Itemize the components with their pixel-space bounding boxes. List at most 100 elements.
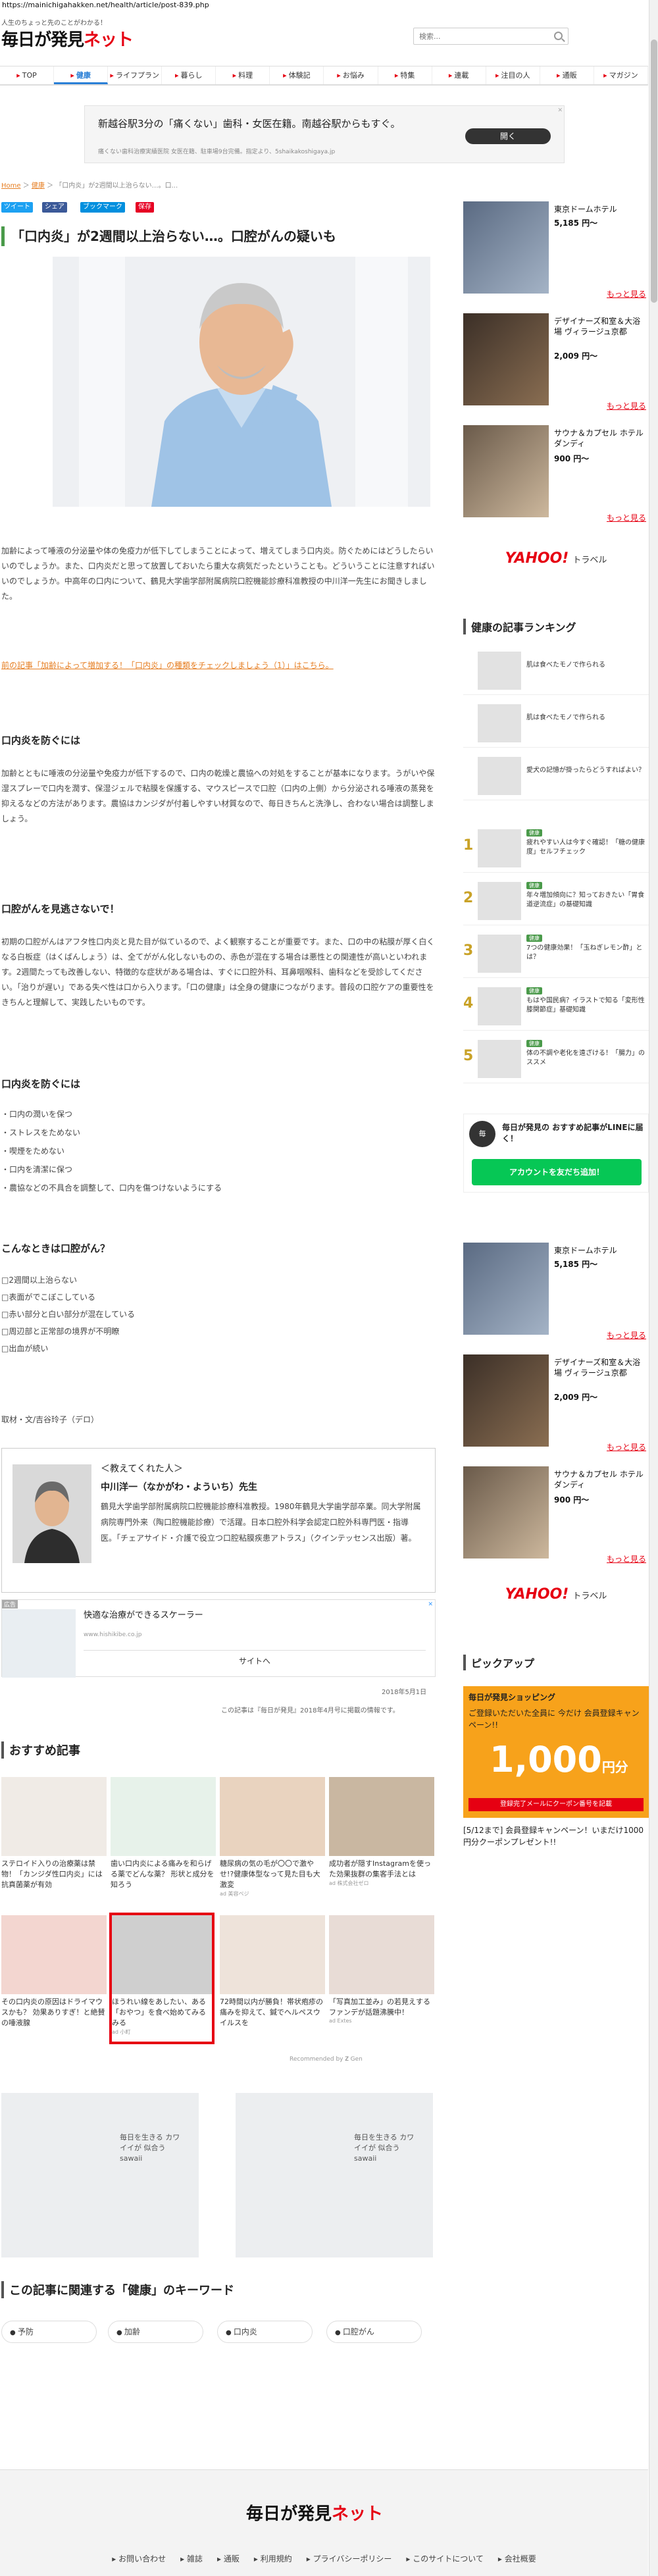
nav-bullet-icon: ▸	[232, 71, 237, 80]
recommend-caption: その口内炎の原因はドライマウスかも？ 効果ありすぎ！と絶賛の唾液腺	[1, 1997, 105, 2027]
search-icon[interactable]	[554, 32, 563, 40]
hotel-card[interactable]: デザイナーズ和室＆大浴場 ヴィラージュ京都 2,009 円〜 もっと見る	[463, 1354, 649, 1456]
ranking-item[interactable]: 2 健康 年々増加傾向に？知っておきたい「胃食道逆流症」の基礎知識	[463, 878, 649, 925]
hotel-card[interactable]: デザイナーズ和室＆大浴場 ヴィラージュ京都 2,009 円〜 もっと見る	[463, 313, 649, 415]
scrollbar[interactable]	[649, 0, 658, 2576]
footer-link-magazine[interactable]: ▸ 雑誌	[180, 2553, 203, 2564]
footer-link-shop[interactable]: ▸ 通販	[217, 2553, 240, 2564]
keyword-tag[interactable]: 予防	[1, 2321, 97, 2343]
recommend-card[interactable]: 歯い口内炎による痛みを和らげる薬でどんな薬？ 形状と成分を知ろう	[111, 1777, 216, 1902]
keyword-tag[interactable]: 加齢	[108, 2321, 203, 2343]
pickup-caption[interactable]: [5/12まで] 会員登録キャンペーン！いまだけ1000円分クーポンプレゼント!…	[463, 1824, 649, 1848]
hotel-name: サウナ＆カプセル ホテル ダンディ	[554, 1470, 644, 1489]
hotel-card[interactable]: サウナ＆カプセル ホテル ダンディ 900 円〜 もっと見る	[463, 1466, 649, 1568]
nav-item-experience[interactable]: ▸ 体験記	[270, 66, 324, 84]
inline-ad[interactable]: 広告 快適な治療ができるスケーラー www.hishikibe.co.jp サイ…	[1, 1599, 436, 1678]
nav-item-people[interactable]: ▸ 注目の人	[486, 66, 540, 84]
line-signup-box: 毎 毎日が発見の おすすめ記事がLINEに届く！ アカウントを友だち追加！	[463, 1114, 649, 1193]
tips-list-item: ・口内を清潔に保つ	[1, 1165, 73, 1174]
nav-item-health[interactable]: ▸ 健康	[54, 66, 109, 84]
tips-list-item: ・口内の潤いを保つ	[1, 1110, 73, 1119]
ranking-item[interactable]: 1 健康 疲れやすい人は今すぐ確認！「糖の健康度」セルフチェック	[463, 825, 649, 873]
article-title: 「口内炎」が2週間以上治らない…。口腔がんの疑いも	[1, 226, 438, 246]
recommend-card[interactable]: ステロイド入りの治療薬は禁物！「カンジダ性口内炎」には抗真菌薬が有効	[1, 1777, 107, 1902]
recommend-card[interactable]: その口内炎の原因はドライマウスかも？ 効果ありすぎ！と絶賛の唾液腺	[1, 1915, 107, 2040]
keyword-tag[interactable]: 口内炎	[217, 2321, 313, 2343]
ranking-item[interactable]: 3 健康 7つの健康効果！「玉ねぎレモン酢」とは？	[463, 931, 649, 978]
twitter-button[interactable]: t	[599, 28, 617, 46]
scrollbar-thumb[interactable]	[651, 39, 657, 303]
footer-logo[interactable]: 毎日が発見ネット	[246, 2500, 383, 2525]
ranking-image	[478, 757, 521, 795]
ranking-item[interactable]: 5 健康 体の不調や老化を遠ざける！「腸力」のススメ	[463, 1036, 649, 1083]
article-credit: 取材・文/吉谷玲子（デロ）	[1, 1415, 99, 1424]
footer-link-about-site[interactable]: ▸ このサイトについて	[406, 2553, 484, 2564]
keyword-tag[interactable]: 口腔がん	[326, 2321, 422, 2343]
yahoo-travel-logo[interactable]: YAHOO! トラベル	[463, 1586, 649, 1616]
tweet-button[interactable]: ツイート	[1, 202, 33, 213]
hotel-card[interactable]: サウナ＆カプセル ホテル ダンディ 900 円〜 もっと見る	[463, 425, 649, 527]
top-ad[interactable]: 新越谷駅3分の「痛くない」歯科・女医在籍。南越谷駅からもすぐ。 痛くない歯科治療…	[84, 105, 565, 163]
breadcrumb-home[interactable]: Home	[1, 182, 21, 190]
banner-ad-left[interactable]: 毎日を生きる カワイイが 似合う sawaii	[1, 2093, 199, 2257]
search-input[interactable]	[414, 28, 545, 44]
ranking-image	[478, 987, 521, 1025]
rss-button[interactable]: ◉	[620, 28, 638, 46]
site-logo[interactable]: 毎日が発見ネット	[1, 26, 134, 51]
nav-item-living[interactable]: ▸ 暮らし	[162, 66, 216, 84]
ranking-item[interactable]: 愛犬の記憶が掛ったらどうすればよい？	[463, 753, 649, 800]
line-add-friend-button[interactable]: アカウントを友だち追加！	[472, 1159, 642, 1185]
pinterest-save-button[interactable]: 保存	[136, 202, 154, 213]
pickup-banner-amount: 1,000円分	[490, 1739, 628, 1780]
nav-item-lifeplan[interactable]: ▸ ライフプラン	[108, 66, 163, 84]
banner-ad-right[interactable]: 毎日を生きる カワイイが 似合う sawaii	[236, 2093, 433, 2257]
recommend-card[interactable]: 「写真加工並み」の若見えするファンデが話題沸騰中！ ad Extes	[329, 1915, 434, 2040]
bookmark-button[interactable]: ブックマーク	[80, 202, 125, 213]
ranking-item[interactable]: 肌は食べたモノで作られる	[463, 648, 649, 695]
hotel-card[interactable]: 東京ドームホテル 5,185 円〜 もっと見る	[463, 201, 649, 303]
nav-item-feature[interactable]: ▸ 特集	[378, 66, 432, 84]
nav-item-worries[interactable]: ▸ お悩み	[324, 66, 378, 84]
nav-item-series[interactable]: ▸ 連載	[432, 66, 486, 84]
more-link[interactable]: もっと見る	[607, 512, 646, 523]
breadcrumb-health[interactable]: 健康	[32, 182, 45, 190]
hotel-card[interactable]: 東京ドームホテル 5,185 円〜 もっと見る	[463, 1243, 649, 1345]
nav-item-magazine[interactable]: ▸ マガジン	[594, 66, 648, 84]
ranking-number: 4	[463, 995, 474, 1012]
recommend-card[interactable]: 糖尿病の気の毛が〇〇で激やせ!?健康体型なって見た目も大激変 ad 美容ベジ	[220, 1777, 325, 1902]
url-bar[interactable]: https://mainichigahakken.net/health/arti…	[0, 0, 658, 11]
article-intro: 加齢によって唾液の分泌量や体の免疫力が低下してしまうことによって、増えてしまう口…	[1, 546, 435, 601]
facebook-button[interactable]: f	[578, 28, 596, 46]
site-footer: 毎日が発見ネット ▸ お問い合わせ ▸ 雑誌 ▸ 通販 ▸ 利用規約 ▸ プライ…	[0, 2469, 648, 2576]
nav-bullet-icon: ▸	[16, 71, 20, 80]
recommend-card-highlighted[interactable]: ほうれい線をあしたい、ある「おやつ」を食べ始めてみるみる ad 小町	[109, 1913, 215, 2044]
pickup-banner[interactable]: 毎日が発見ショッピング ご登録いただいた全員に 今だけ 会員登録キャンペーン!!…	[463, 1686, 649, 1818]
recommend-card[interactable]: 成功者が隠すInstagramを使った効果抜群の集客手法とは ad 株式会社ゼロ	[329, 1777, 434, 1902]
close-icon[interactable]: ✕	[557, 107, 563, 114]
more-link[interactable]: もっと見る	[607, 288, 646, 299]
nav-item-top[interactable]: ▸ TOP	[0, 66, 55, 84]
yahoo-travel-logo[interactable]: YAHOO! トラベル	[463, 550, 649, 580]
more-link[interactable]: もっと見る	[607, 1553, 646, 1564]
section-text-prevent: 加齢とともに唾液の分泌量や免疫力が低下するので、口内の乾燥と農協への対処をするこ…	[1, 769, 435, 823]
footer-link-company[interactable]: ▸ 会社概要	[498, 2553, 536, 2564]
ad-open-button[interactable]: 開く	[465, 128, 551, 144]
more-link[interactable]: もっと見る	[607, 1329, 646, 1341]
nav-item-shop[interactable]: ▸ 通販	[540, 66, 594, 84]
ad-close-icon[interactable]: ✕	[428, 1601, 433, 1608]
facebook-share-button[interactable]: シェア	[42, 202, 67, 213]
search-box[interactable]	[413, 28, 569, 45]
more-link[interactable]: もっと見る	[607, 400, 646, 411]
ranking-item[interactable]: 肌は食べたモノで作られる	[463, 700, 649, 748]
ad-site-link[interactable]: サイトへ	[84, 1650, 426, 1671]
author-portrait-illustration	[13, 1464, 91, 1563]
more-link[interactable]: もっと見る	[607, 1441, 646, 1453]
prev-article-link[interactable]: 前の記事「加齢によって増加する！「口内炎」の種類をチェックしましょう（1）」はこ…	[1, 658, 438, 673]
recommend-card[interactable]: 72時間以内が勝負！帯状疱疹の痛みを抑えて、鍼でヘルペスウイルスを	[220, 1915, 325, 2040]
pickup-banner-note: 登録完了メールにクーポン番号を記載	[468, 1798, 644, 1811]
footer-link-privacy[interactable]: ▸ プライバシーポリシー	[307, 2553, 392, 2564]
footer-link-terms[interactable]: ▸ 利用規約	[254, 2553, 292, 2564]
ranking-item[interactable]: 4 健康 もはや国民病？イラストで知る「変形性膝関節症」基礎知識	[463, 983, 649, 1031]
nav-item-cooking[interactable]: ▸ 料理	[216, 66, 270, 84]
footer-link-contact[interactable]: ▸ お問い合わせ	[112, 2553, 166, 2564]
